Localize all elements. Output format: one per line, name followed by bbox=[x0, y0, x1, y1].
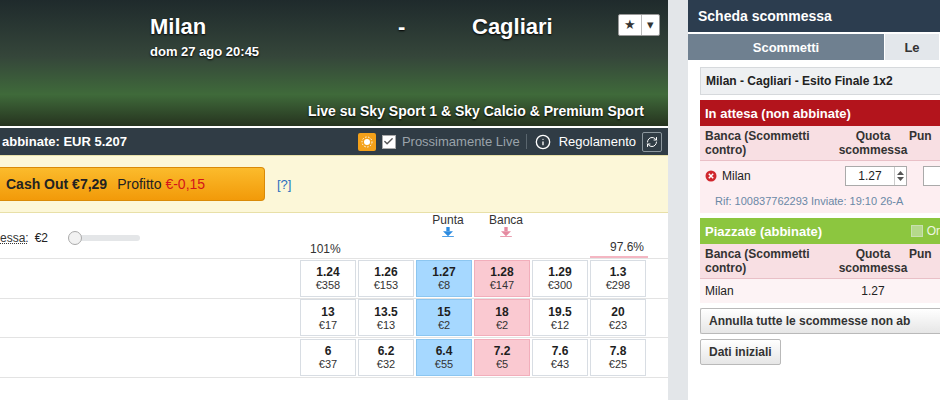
unmatched-bet: Milan 1.27 bbox=[700, 161, 940, 191]
event-datetime: dom 27 ago 20:45 bbox=[0, 44, 668, 59]
stake-value: €2 bbox=[35, 231, 48, 245]
runner-row: 6€376.2€326.4€557.2€57.6€437.8€25 bbox=[0, 337, 668, 377]
spinner-icon[interactable] bbox=[894, 167, 906, 185]
page: Milan-Cagliari★▾dom 27 ago 20:45Live su … bbox=[0, 0, 940, 400]
column-header: Banca (Scommetti contro) bbox=[705, 129, 837, 157]
lay-price[interactable]: 19.5€12 bbox=[532, 299, 588, 336]
back-price[interactable]: 13.5€13 bbox=[358, 299, 414, 336]
matched-amount: abbinate: EUR 5.207 bbox=[2, 134, 127, 149]
column-header: Pun bbox=[909, 247, 940, 275]
lay-arrow-icon bbox=[499, 227, 513, 237]
dropdown-icon[interactable]: ▾ bbox=[641, 15, 659, 35]
event-panel: Milan-Cagliari ★▾ dom 27 ago 20:45 Live su … bbox=[0, 0, 668, 400]
lay-price[interactable]: 18€2 bbox=[474, 299, 530, 336]
check-icon bbox=[383, 136, 394, 147]
help-link[interactable]: [?] bbox=[277, 177, 291, 192]
lay-price[interactable]: 1.3€298 bbox=[590, 260, 646, 297]
back-price[interactable]: 1.26€153 bbox=[358, 260, 414, 297]
column-header: Quota scommessa bbox=[837, 247, 909, 275]
odds-input[interactable]: 1.27 bbox=[845, 166, 907, 186]
unmatched-columns: Banca (Scommetti contro)Quota scommessaP… bbox=[700, 126, 940, 161]
matched-bar: Piazzate (abbinate)Or bbox=[700, 218, 940, 244]
lay-price[interactable]: 1.29€300 bbox=[532, 260, 588, 297]
sun-icon bbox=[358, 133, 376, 151]
lay-header: Banca bbox=[474, 213, 532, 239]
back-percent: 101% bbox=[300, 239, 358, 258]
bet-slip: Scheda scommessaScommettiLe Milan - Cagli… bbox=[688, 0, 940, 400]
info-icon[interactable] bbox=[533, 132, 553, 152]
stake-input[interactable] bbox=[923, 166, 940, 186]
refresh-icon[interactable] bbox=[642, 132, 662, 152]
rules-link[interactable]: Regolamento bbox=[559, 134, 636, 149]
bet-slip-tabs: ScommettiLe bbox=[688, 34, 940, 60]
lay-price[interactable]: 1.28€147 bbox=[474, 260, 530, 297]
unmatched-section: In attesa (non abbinate)Banca (Scommetti… bbox=[700, 100, 940, 213]
column-header: Pun bbox=[909, 129, 940, 157]
back-price[interactable]: 6.4€55 bbox=[416, 339, 472, 376]
runner-row: 1.24€3581.26€1531.27€81.28€1471.29€3001.… bbox=[0, 258, 668, 298]
live-soon-label: Prossimamente Live bbox=[402, 134, 527, 149]
lay-percent: 97.6% bbox=[590, 239, 648, 258]
back-price[interactable]: 1.24€358 bbox=[300, 260, 356, 297]
market-header: essa: €2 PuntaBanca 101% 97.6% bbox=[0, 213, 668, 258]
bet-runner: Milan bbox=[722, 169, 751, 183]
star-icon[interactable]: ★ bbox=[619, 15, 641, 35]
runner-row: 13€1713.5€1315€218€219.5€1220€23 bbox=[0, 298, 668, 338]
event-header: Milan-Cagliari ★▾ dom 27 ago 20:45 Live su … bbox=[0, 0, 668, 126]
cash-out-strip: Cash Out €7,29Profitto €-0,15 [?] bbox=[0, 155, 668, 213]
column-header: Quota scommessa bbox=[837, 129, 909, 157]
option-checkbox[interactable] bbox=[911, 225, 923, 237]
home-team: Milan bbox=[150, 14, 398, 40]
column-header: Banca (Scommetti contro) bbox=[705, 247, 837, 275]
team-separator: - bbox=[398, 14, 472, 40]
cancel-icon[interactable] bbox=[705, 170, 717, 182]
lay-price[interactable]: 7.2€5 bbox=[474, 339, 530, 376]
profit-value: €-0,15 bbox=[165, 176, 205, 192]
bet-slip-tab[interactable]: Scommetti bbox=[688, 34, 885, 60]
matched-columns: Banca (Scommetti contro)Quota scommessaP… bbox=[700, 244, 940, 279]
back-price[interactable]: 6€37 bbox=[300, 339, 356, 376]
back-header: Punta bbox=[416, 213, 474, 239]
slider-knob[interactable] bbox=[68, 231, 82, 245]
matched-option[interactable]: Or bbox=[903, 224, 940, 238]
market-footer bbox=[0, 377, 668, 400]
back-arrow-icon bbox=[441, 227, 455, 237]
back-price[interactable]: 15€2 bbox=[416, 299, 472, 336]
matched-section: Piazzate (abbinate)OrBanca (Scommetti co… bbox=[700, 218, 940, 303]
broadcast-info: Live su Sky Sport 1 & Sky Calcio & Premi… bbox=[0, 103, 668, 126]
favourite-button[interactable]: ★▾ bbox=[618, 14, 660, 36]
bet-runner: Milan bbox=[705, 284, 837, 298]
back-price[interactable]: 13€17 bbox=[300, 299, 356, 336]
cash-out-button[interactable]: Cash Out €7,29Profitto €-0,15 bbox=[0, 167, 265, 201]
stake-slider[interactable] bbox=[70, 235, 140, 241]
bet-odds: 1.27 bbox=[837, 284, 909, 298]
unmatched-bar: In attesa (non abbinate) bbox=[700, 100, 940, 126]
matched-bar: abbinate: EUR 5.207 Prossimamente Live Reg… bbox=[0, 128, 668, 155]
lay-price[interactable]: 7.6€43 bbox=[532, 339, 588, 376]
stake-label: essa: bbox=[0, 231, 29, 245]
cancel-all-button[interactable]: Annulla tutte le scommesse non ab bbox=[700, 308, 940, 334]
bet-slip-title: Scheda scommessa bbox=[688, 0, 940, 32]
lay-price[interactable]: 20€23 bbox=[590, 299, 646, 336]
back-price[interactable]: 1.27€8 bbox=[416, 260, 472, 297]
back-price[interactable]: 6.2€32 bbox=[358, 339, 414, 376]
away-team: Cagliari bbox=[472, 14, 553, 40]
initial-data-button[interactable]: Dati iniziali bbox=[700, 339, 781, 365]
lay-price[interactable]: 7.8€25 bbox=[590, 339, 646, 376]
matched-bet: Milan1.27 bbox=[700, 279, 940, 303]
bet-slip-tab[interactable]: Le bbox=[885, 34, 940, 60]
bet-reference: Rif: 100837762293 Inviate: 19:10 26-A bbox=[700, 191, 940, 213]
slip-market-title: Milan - Cagliari - Esito Finale 1x2 bbox=[700, 67, 940, 95]
live-soon-checkbox[interactable] bbox=[382, 135, 396, 149]
